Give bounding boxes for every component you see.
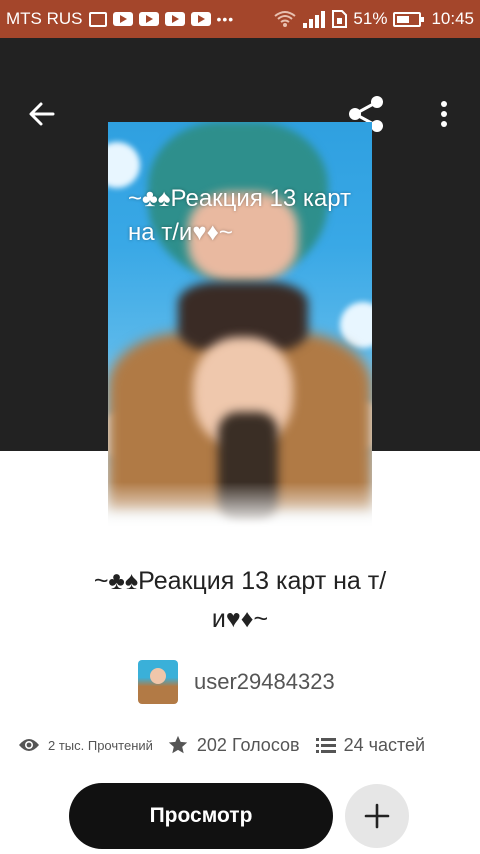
author-name: user29484323 [194,669,335,694]
youtube-icon [138,12,159,26]
more-options-button[interactable] [414,84,474,144]
wifi-icon [274,11,297,27]
story-cover[interactable]: ~♣♠Реакция 13 карт на т/и♥♦~ [108,122,372,532]
back-button[interactable] [12,84,72,144]
image-icon [88,11,107,27]
arrow-left-icon [29,102,55,126]
votes-stat: 202 Голосов [167,734,300,756]
author-link[interactable]: user29484323 [138,658,335,706]
story-stats: 2 тыс. Прочтений 202 Голосов 24 частей [18,730,468,760]
story-title-line1: ~♣♠Реакция 13 карт на т/ [93,567,387,595]
parts-stat: 24 частей [315,734,426,756]
read-button[interactable]: Просмотр [69,783,333,849]
reads-stat: 2 тыс. Прочтений [18,737,153,753]
plus-icon [364,803,390,829]
sim-icon [332,10,348,28]
youtube-icon [112,12,133,26]
cover-title-text: ~♣♠Реакция 13 карт на т/и♥♦~ [128,185,352,246]
status-bar: MTS RUS ••• 51% 10:45 [0,0,480,38]
list-icon [315,737,336,753]
eye-icon [18,737,40,753]
reads-count: 2 тыс. Прочтений [48,737,153,753]
story-title-line2: и♥♦~ [211,605,269,633]
youtube-icon [190,12,211,26]
more-vertical-icon [441,101,447,127]
signal-icon [303,10,326,28]
youtube-icon [164,12,185,26]
more-dots-icon: ••• [216,11,235,27]
star-icon [167,734,189,756]
votes-count: 202 Голосов [196,734,300,755]
carrier-label: MTS RUS [6,9,83,28]
battery-percent: 51% [353,9,388,28]
avatar [138,660,178,704]
parts-count: 24 частей [343,734,426,755]
clock: 10:45 [431,9,474,28]
story-title: ~♣♠Реакция 13 карт на т/ и♥♦~ [30,562,450,638]
add-to-library-button[interactable] [345,784,409,848]
battery-icon [393,11,425,27]
